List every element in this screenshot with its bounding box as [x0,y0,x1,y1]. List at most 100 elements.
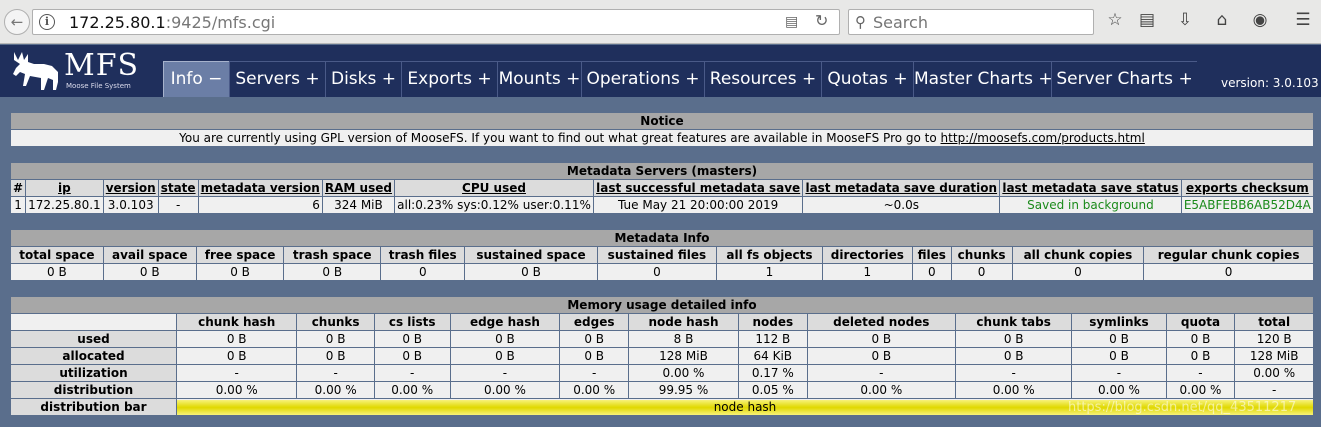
metainfo-cell-avail-space: 0 B [102,263,197,281]
metainfo-cell-free-space: 0 B [195,263,285,281]
library-icon[interactable]: ▤ [1136,10,1158,30]
moose-icon [13,52,58,90]
memory-cell-chunks: 0.00 % [296,381,375,399]
memory-cell-edge-hash: 0 B [449,347,561,365]
table-row: distribution 0.00 % 0.00 % 0.00 % 0.00 % 0.00… [10,381,1314,399]
memory-cell-chunk-hash: 0.00 % [175,381,298,399]
masters-col-cpu-used[interactable]: CPU used [394,179,594,197]
memory-col-edge-hash: edge hash [449,313,561,331]
metainfo-col-free-space: free space [195,246,285,264]
masters-col-last-metadata-save-status[interactable]: last metadata save status [999,179,1182,197]
site-info-icon[interactable]: i [39,14,55,30]
menu-item-info[interactable]: Info − [163,61,229,97]
memory-cell-chunk-tabs: 0.00 % [954,381,1073,399]
back-arrow-icon[interactable]: ← [4,9,30,35]
memory-col-total: total [1234,313,1314,331]
logo-text: MFS [64,48,140,83]
memory-row-allocated: allocated [10,347,177,365]
search-input[interactable] [873,12,1083,32]
metainfo-cell-files: 0 [912,263,952,281]
memory-cell-chunks: 0 B [296,347,375,365]
masters-cell-last-metadata-save-status: Saved in background [999,196,1182,214]
search-bar[interactable]: ⚲ [848,9,1094,35]
metainfo-col-chunks: chunks [950,246,1013,264]
masters-col-metadata-version[interactable]: metadata version [197,179,323,197]
notice-message: You are currently using GPL version of M… [179,130,941,145]
menu-item-mounts[interactable]: Mounts + [497,61,581,97]
memory-cell-quota: 0 B [1165,330,1236,348]
memory-col-chunk-tabs: chunk tabs [954,313,1073,331]
metainfo-cell-regular-chunk-copies: 0 [1143,263,1314,281]
memory-col-edges: edges [559,313,630,331]
masters-cell-last-metadata-save-duration: ~0.0s [802,196,1001,214]
menu-item-exports[interactable]: Exports + [401,61,497,97]
masters-col-last-successful-metadata-save[interactable]: last successful metadata save [592,179,804,197]
menu-item-quotas[interactable]: Quotas + [821,61,913,97]
notice-text: You are currently using GPL version of M… [10,129,1314,147]
logo-subtitle: Moose File System [66,82,131,90]
memory-cell-quota: 0 B [1165,347,1236,365]
mfs-logo: MFS Moose File System [10,46,160,94]
bookmark-star-icon[interactable]: ☆ [1104,10,1126,30]
menu-item-resources[interactable]: Resources + [704,61,821,97]
masters-cell-version: 3.0.103 [102,196,159,214]
url-text: 172.25.80.1:9425/mfs.cgi [69,12,275,34]
url-path: :9425/mfs.cgi [165,13,276,32]
version-label: version: 3.0.103 [1221,76,1319,90]
masters-col-ip[interactable]: ip [25,179,104,197]
memory-col-quota: quota [1165,313,1236,331]
memory-cell-chunk-tabs: - [954,364,1073,382]
memory-cell-nodes: 112 B [737,330,808,348]
metainfo-col-all-chunk-copies: all chunk copies [1011,246,1145,264]
home-icon[interactable]: ⌂ [1211,10,1233,30]
metainfo-cell-trash-space: 0 B [283,263,382,281]
menu-item-server-charts[interactable]: Server Charts + [1051,61,1197,97]
menu-item-operations[interactable]: Operations + [581,61,704,97]
memory-cell-edge-hash: 0.00 % [449,381,561,399]
memory-cell-edge-hash: 0 B [449,330,561,348]
masters-title: Metadata Servers (masters) [10,162,1314,180]
memory-cell-quota: - [1165,364,1236,382]
metainfo-col-sustained-space: sustained space [464,246,598,264]
memory-col-chunks: chunks [296,313,375,331]
memory-cell-cs-lists: 0 B [373,347,451,365]
products-link[interactable]: http://moosefs.com/products.html [941,131,1145,145]
table-row: used 0 B0 B0 B0 B0 B8 B 112 B0 B0 B0 B0 B1… [10,330,1314,348]
masters-col-last-metadata-save-duration[interactable]: last metadata save duration [802,179,1001,197]
memory-cell-chunks: - [296,364,375,382]
memory-cell-chunk-hash: 0 B [175,330,298,348]
url-bar[interactable]: i 172.25.80.1:9425/mfs.cgi ▤ ↻ [32,9,840,35]
memory-cell-chunk-hash: 0 B [175,347,298,365]
menu-item-disks[interactable]: Disks + [325,61,401,97]
memory-corner [10,313,177,331]
table-row: 1 172.25.80.1 3.0.103-6 324 MiB all:0.23% sy… [9,196,1315,214]
masters-cell-ip: 172.25.80.1 [25,196,104,214]
reload-icon[interactable]: ↻ [815,11,828,30]
masters-col-index[interactable]: # [9,179,27,197]
download-icon[interactable]: ⇩ [1174,10,1196,30]
masters-col-version[interactable]: version [102,179,159,197]
memory-cell-quota: 0.00 % [1165,381,1236,399]
pocket-icon[interactable]: ◉ [1249,10,1271,30]
memory-usage-table: Memory usage detailed info chunk hash chun… [10,296,1314,416]
metainfo-cell-chunks: 0 [950,263,1013,281]
metainfo-col-all-fs-objects: all fs objects [716,246,823,264]
search-icon: ⚲ [855,13,866,31]
metainfo-cell-all-chunk-copies: 0 [1011,263,1145,281]
memory-col-chunk-hash: chunk hash [175,313,298,331]
metainfo-cell-trash-files: 0 [380,263,466,281]
memory-cell-chunk-hash: - [175,364,298,382]
notice-title: Notice [10,112,1314,130]
masters-col-state[interactable]: state [157,179,199,197]
menu-item-servers[interactable]: Servers + [229,61,325,97]
masters-col-ram-used[interactable]: RAM used [321,179,396,197]
reader-view-icon[interactable]: ▤ [785,14,798,30]
memory-cell-node-hash: 8 B [628,330,739,348]
memory-cell-total: - [1234,381,1314,399]
metainfo-col-trash-files: trash files [380,246,466,264]
memory-cell-deleted-nodes: 0 B [806,347,956,365]
hamburger-menu-icon[interactable]: ☰ [1292,10,1314,30]
menu-item-master-charts[interactable]: Master Charts + [913,61,1053,97]
masters-col-exports-checksum[interactable]: exports checksum [1180,179,1315,197]
metainfo-cell-sustained-space: 0 B [464,263,598,281]
